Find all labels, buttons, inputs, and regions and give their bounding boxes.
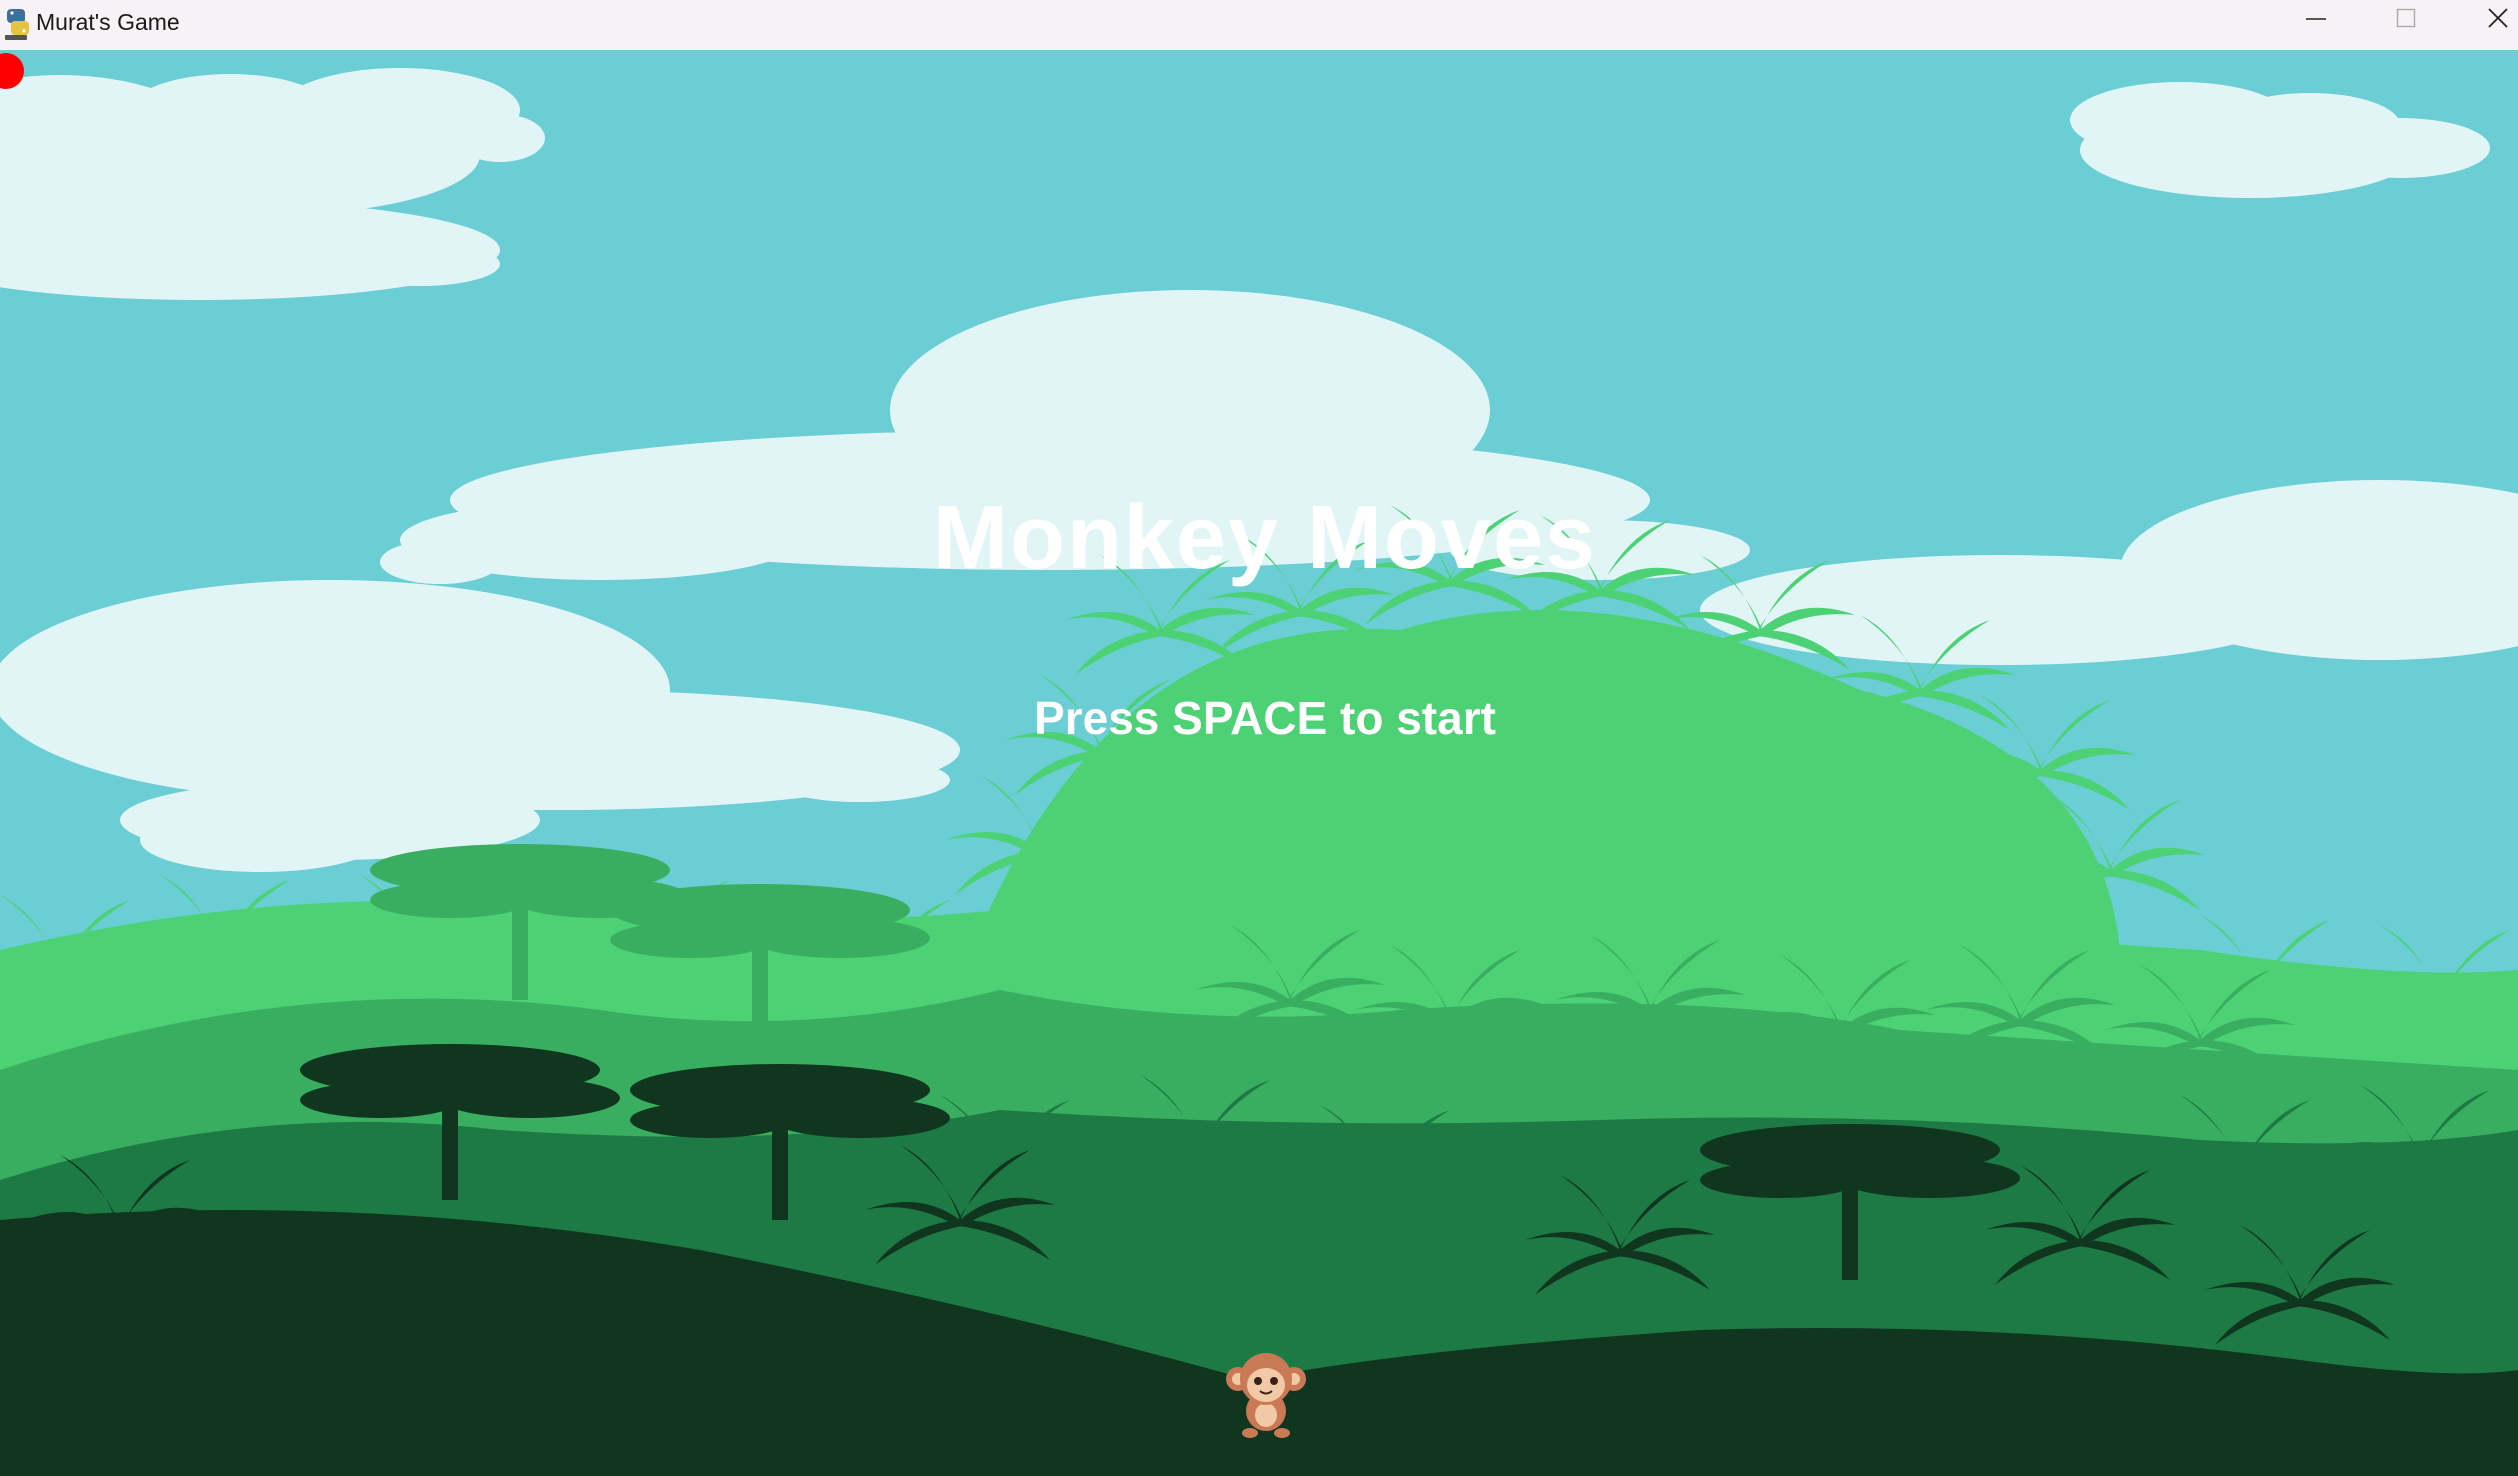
minimize-button[interactable] — [2268, 0, 2358, 50]
start-prompt: Press SPACE to start — [1034, 692, 1496, 744]
jungle-background — [0, 50, 2518, 1476]
window-title: Murat's Game — [36, 9, 180, 35]
monkey-icon — [1218, 1345, 1314, 1441]
title-bar: Murat's Game — [0, 0, 2518, 50]
maximize-button[interactable] — [2358, 0, 2448, 50]
game-canvas[interactable]: Monkey Moves Press SPACE to start — [0, 50, 2518, 1476]
close-button[interactable] — [2448, 0, 2518, 50]
python-icon — [3, 6, 33, 42]
game-title: Monkey Moves — [932, 488, 1598, 588]
